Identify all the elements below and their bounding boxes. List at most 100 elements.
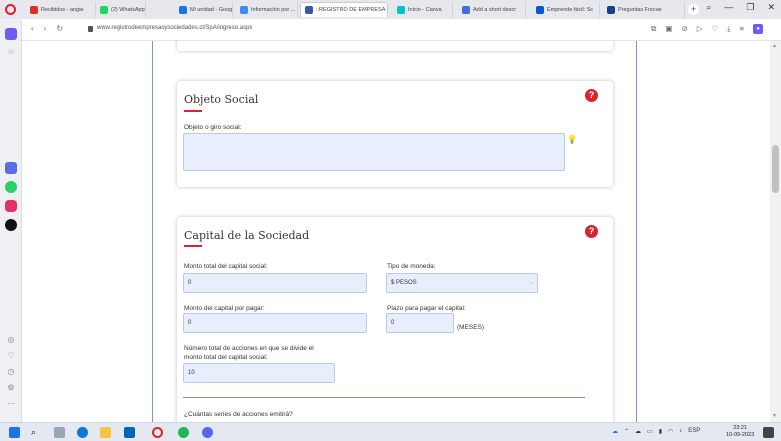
reload-icon[interactable]: ↻	[56, 24, 63, 33]
previous-card	[177, 41, 613, 51]
heart-icon[interactable]: ♡	[712, 24, 719, 34]
browser-tab[interactable]: (2) WhatsApp	[96, 2, 146, 17]
tab-label: Preguntas Frecue	[618, 6, 662, 13]
file-explorer-icon[interactable]	[100, 427, 111, 438]
clock-time: 23:21	[733, 425, 747, 431]
tiktok-icon[interactable]	[5, 219, 17, 231]
plazo-label: Plazo para pagar el capital:	[387, 305, 466, 312]
restore-icon[interactable]: ❐	[746, 2, 754, 13]
browser-tab[interactable]: Recibidos - angie	[26, 2, 96, 17]
display-icon[interactable]: ▭	[647, 428, 653, 435]
forward-icon[interactable]: ›	[44, 24, 47, 33]
title-underline	[184, 245, 202, 247]
scroll-up-icon[interactable]: ▲	[772, 43, 777, 49]
bulb-icon[interactable]: 💡	[567, 135, 577, 144]
favorites-sidebar-icon[interactable]: ♡	[6, 351, 16, 361]
opera-logo-icon[interactable]	[5, 4, 16, 15]
clock[interactable]: 23:21 10-09-2023	[726, 425, 754, 439]
spotify-icon[interactable]	[178, 427, 189, 438]
tab-favicon-icon	[30, 5, 38, 14]
chevron-up-icon[interactable]: ⌃	[624, 428, 629, 435]
url-field[interactable]: www.registrodeempresasysociedades.cl/SpA…	[97, 25, 252, 31]
browser-tab[interactable]: ::REGISTRO DE EMPRESA	[300, 2, 388, 17]
notifications-icon[interactable]	[763, 427, 774, 438]
volume-icon[interactable]: ♪	[679, 428, 682, 435]
tipo-moneda-select[interactable]: $ PESOS ⌵	[386, 273, 538, 293]
windows-start-icon[interactable]	[9, 427, 20, 438]
monto-por-pagar-input[interactable]: 0	[183, 313, 367, 333]
star-icon[interactable]: ☆	[6, 47, 16, 57]
tab-favicon-icon	[397, 5, 405, 14]
tab-label: Inicio - Canva	[408, 6, 442, 13]
screenshot-icon[interactable]: ⧉	[651, 24, 656, 34]
browser-tab[interactable]: Información por ...	[236, 2, 298, 17]
battery-icon[interactable]: ▮	[659, 428, 662, 435]
acciones-input[interactable]: 10	[183, 363, 335, 383]
tipo-moneda-value: $ PESOS	[391, 280, 417, 286]
task-view-icon[interactable]	[54, 427, 65, 438]
tab-label: Add a short descr	[473, 6, 517, 13]
browser-tab[interactable]: Add a short descr	[458, 2, 526, 17]
whatsapp-icon[interactable]	[5, 181, 17, 193]
objeto-social-card: Objeto Social ? Objeto o giro social: 💡	[177, 81, 613, 187]
capital-title: Capital de la Sociedad	[184, 229, 310, 242]
objeto-giro-label: Objeto o giro social:	[184, 124, 242, 131]
tab-favicon-icon	[462, 5, 470, 14]
scroll-thumb[interactable]	[772, 145, 779, 193]
notification-weather-icon[interactable]: ☁	[612, 428, 618, 435]
tab-label: Información por ...	[251, 6, 296, 13]
settings-icon[interactable]: ⚙	[6, 383, 16, 393]
plazo-input[interactable]: 0	[386, 313, 454, 333]
acciones-label-2: monto total del capital social:	[184, 354, 268, 361]
discord-icon[interactable]	[202, 427, 213, 438]
wifi-icon[interactable]: ◠	[668, 428, 673, 435]
menu-icon[interactable]: ≡	[740, 24, 744, 34]
new-tab-button[interactable]: +	[688, 4, 699, 15]
browser-tab[interactable]: Mi unidad - Goog	[175, 2, 233, 17]
browser-tab-bar: Recibidos - angie (2) WhatsApp Mi unidad -…	[0, 0, 781, 19]
address-bar: ‹ › ↻ www.registrodeempresasysociedades.…	[0, 19, 781, 41]
acciones-label-1: Número total de acciones en que se divid…	[184, 345, 314, 352]
browser-tab[interactable]: Preguntas Frecue	[603, 2, 685, 17]
instagram-icon[interactable]	[5, 200, 17, 212]
objeto-social-title: Objeto Social	[184, 93, 259, 106]
browser-tab[interactable]: Inicio - Canva	[393, 2, 453, 17]
search-icon[interactable]: ⌕	[31, 427, 42, 438]
edge-icon[interactable]	[77, 427, 88, 438]
tab-label: ::REGISTRO DE EMPRESA	[316, 7, 386, 13]
profile-icon[interactable]: ●	[753, 24, 763, 34]
scroll-down-icon[interactable]: ▼	[772, 413, 777, 419]
back-icon[interactable]: ‹	[31, 24, 34, 33]
store-icon[interactable]	[124, 427, 135, 438]
language-indicator[interactable]: ESP	[688, 428, 700, 435]
tab-favicon-icon	[179, 5, 187, 14]
onedrive-icon[interactable]: ☁	[635, 428, 641, 435]
history-icon[interactable]: ◷	[6, 367, 16, 377]
monto-total-input[interactable]: 0	[183, 273, 367, 293]
adblock-icon[interactable]: ⊘	[681, 24, 687, 34]
tab-label: Recibidos - angie	[41, 6, 84, 13]
download-icon[interactable]: ⤓	[727, 24, 730, 34]
help-icon[interactable]: ?	[585, 225, 598, 238]
tab-favicon-icon	[607, 5, 615, 14]
aria-icon[interactable]	[5, 162, 17, 174]
camera-icon[interactable]: ▣	[665, 24, 672, 34]
right-border-line	[636, 41, 637, 422]
close-icon[interactable]: ✕	[767, 2, 775, 13]
opera-taskbar-icon[interactable]	[152, 427, 163, 438]
opera-sidebar: ☆ ◎ ♡ ◷ ⚙ ⋯	[0, 19, 22, 422]
lock-icon	[88, 26, 93, 32]
tipo-moneda-label: Tipo de moneda:	[387, 263, 436, 270]
search-tabs-icon[interactable]: ⌕	[706, 2, 711, 13]
help-icon[interactable]: ?	[585, 89, 598, 102]
player-icon[interactable]: ▷	[697, 24, 703, 34]
player-sidebar-icon[interactable]: ◎	[6, 335, 16, 345]
capital-card: Capital de la Sociedad ? Monto total del…	[177, 217, 613, 422]
objeto-giro-textarea[interactable]	[183, 133, 565, 171]
more-icon[interactable]: ⋯	[6, 399, 16, 409]
browser-tab[interactable]: Emprende fácil: Sc	[532, 2, 600, 17]
workspace-icon[interactable]	[5, 28, 17, 40]
title-underline	[184, 110, 202, 112]
page-scrollbar[interactable]: ▲ ▼	[770, 41, 781, 422]
minimize-icon[interactable]: —	[724, 2, 733, 13]
